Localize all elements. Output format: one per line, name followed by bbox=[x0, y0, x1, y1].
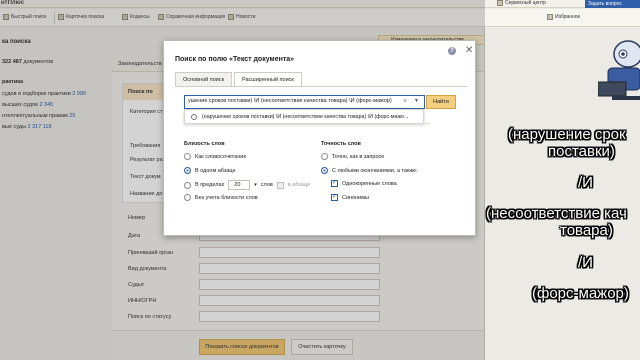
mascot-image bbox=[598, 40, 640, 100]
radio-button[interactable] bbox=[184, 167, 191, 174]
tab-advanced-search[interactable]: Расширенный поиск bbox=[234, 72, 302, 86]
check-synonyms[interactable]: ✓ Синонимы bbox=[331, 194, 369, 201]
checkbox[interactable]: ✓ bbox=[331, 194, 338, 201]
tab-basic-search[interactable]: Основной поиск bbox=[175, 72, 233, 86]
query-suggestion[interactable]: (нарушение сроков поставки) \И (несоотве… bbox=[184, 109, 424, 124]
star-icon bbox=[547, 14, 553, 20]
chevron-down-icon[interactable]: ▾ bbox=[254, 182, 257, 188]
text-search-dialog: Поиск по полю «Текст документа» ? ✕ Осно… bbox=[163, 40, 476, 236]
radio-button[interactable] bbox=[184, 194, 191, 201]
service-center-link[interactable]: Сервисный центр bbox=[497, 0, 546, 6]
toolbar-right: Избранное bbox=[485, 9, 640, 27]
check-root-words[interactable]: ✓ Однокоренные слова bbox=[331, 180, 397, 187]
phone-icon bbox=[497, 0, 503, 6]
radio-button[interactable] bbox=[184, 153, 191, 160]
radio-button[interactable] bbox=[321, 153, 328, 160]
clear-query-icon[interactable]: × bbox=[403, 98, 407, 105]
radio-exact[interactable]: Точно, как в запросе bbox=[321, 153, 384, 160]
caption-line: (нарушение срок bbox=[508, 126, 626, 143]
close-icon[interactable]: ✕ bbox=[465, 46, 473, 56]
in-paragraph-checkbox[interactable] bbox=[276, 181, 284, 189]
caption-line: /И bbox=[578, 254, 593, 271]
help-icon[interactable]: ? bbox=[448, 47, 456, 55]
caption-line: поставки) bbox=[548, 143, 615, 160]
suggestion-text: (нарушение сроков поставки) \И (несоотве… bbox=[202, 114, 409, 120]
caption-line: (форс-мажор) bbox=[532, 285, 629, 302]
chevron-down-icon[interactable]: ▼ bbox=[414, 99, 419, 104]
radio-one-paragraph[interactable]: В одном абзаце bbox=[184, 167, 236, 174]
proximity-title: Близость слов bbox=[184, 141, 225, 147]
find-button[interactable]: Найти bbox=[426, 95, 456, 109]
checkbox[interactable]: ✓ bbox=[331, 180, 338, 187]
query-input[interactable]: ушение сроков поставки) \И (несоответств… bbox=[184, 95, 425, 109]
accuracy-title: Точность слов bbox=[321, 141, 361, 147]
radio-no-proximity[interactable]: Без учета близости слов bbox=[184, 194, 258, 201]
caption-line: /И bbox=[578, 174, 593, 191]
divider bbox=[175, 86, 467, 87]
radio-button[interactable] bbox=[321, 167, 328, 174]
ask-question-button[interactable]: Задать вопрос bbox=[585, 0, 640, 8]
more-icon: ... bbox=[425, 120, 430, 126]
dialog-title: Поиск по полю «Текст документа» bbox=[175, 56, 295, 63]
caption-line: товара) bbox=[560, 222, 613, 239]
within-words-input[interactable]: 20 bbox=[228, 180, 251, 190]
history-icon bbox=[191, 114, 197, 120]
dialog-tabs: Основной поиск Расширенный поиск bbox=[175, 72, 302, 86]
favorites-button[interactable]: Избранное bbox=[547, 14, 580, 20]
radio-within[interactable]: В пределах 20 ▾ слов в абзаце bbox=[184, 180, 310, 190]
radio-button[interactable] bbox=[184, 181, 191, 189]
radio-any-endings[interactable]: С любыми окончаниями, а также: bbox=[321, 167, 418, 174]
caption-line: (несоответствие кач bbox=[486, 205, 627, 222]
radio-phrase[interactable]: Как словосочетание bbox=[184, 153, 246, 160]
